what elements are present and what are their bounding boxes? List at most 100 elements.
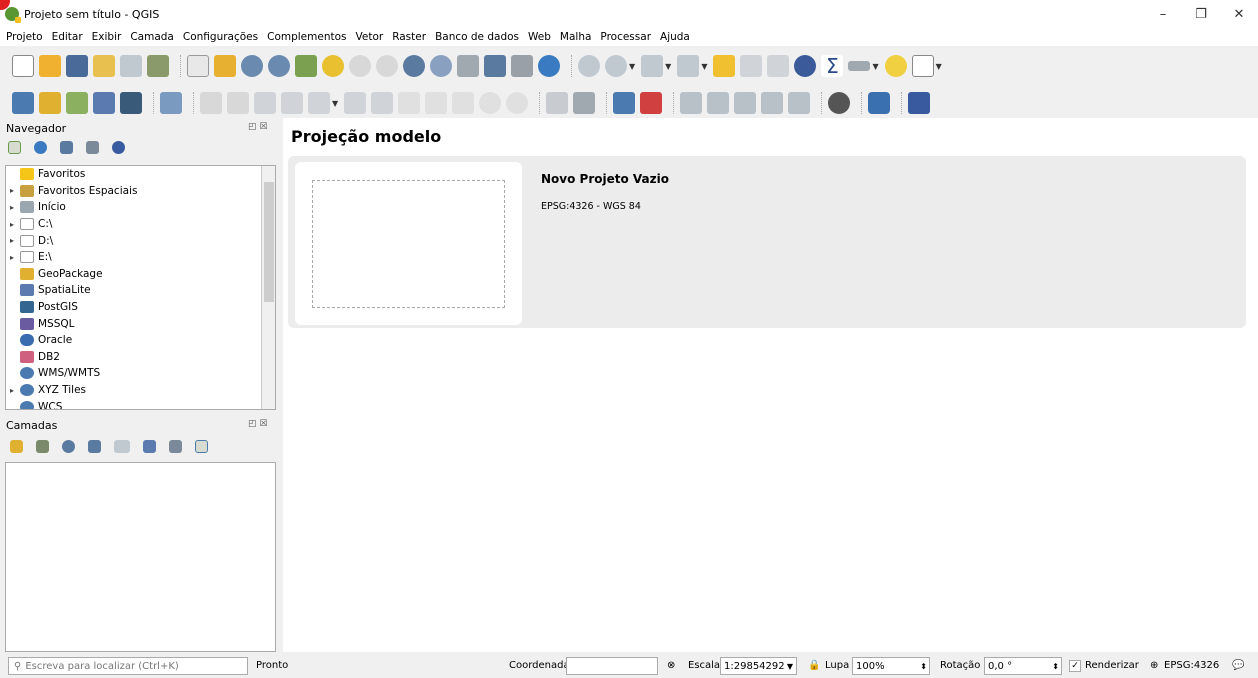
tree-item-geopackage[interactable]: GeoPackage — [6, 266, 275, 283]
tree-item-inicio[interactable]: ▸ Início — [6, 199, 275, 216]
metasearch-icon[interactable] — [828, 92, 851, 114]
tree-item-drive-e[interactable]: ▸ E:\ — [6, 249, 275, 266]
field-calculator-icon[interactable] — [767, 55, 790, 77]
change-label-icon[interactable] — [734, 92, 757, 114]
delete-selected-icon[interactable] — [371, 92, 394, 114]
deselect-all-icon[interactable] — [713, 55, 736, 77]
menu-malha[interactable]: Malha — [560, 31, 592, 43]
tree-item-db2[interactable]: DB2 — [6, 349, 275, 366]
open-layer-styling-icon[interactable] — [10, 440, 23, 453]
toggle-editing-icon[interactable] — [227, 92, 249, 114]
info-icon[interactable] — [112, 141, 125, 154]
chevron-down-icon[interactable]: ▼ — [629, 62, 635, 71]
chevron-down-icon[interactable]: ▼ — [872, 62, 878, 71]
pan-hand-icon[interactable] — [187, 55, 209, 77]
panel-float-close-icon[interactable]: ◰ ☒ — [248, 419, 267, 429]
refresh-icon[interactable] — [538, 55, 560, 77]
layer-labeling-icon[interactable] — [573, 92, 596, 114]
messages-icon[interactable]: 💬 — [1232, 660, 1244, 671]
filter-by-expression-icon[interactable] — [114, 440, 130, 453]
add-selected-icon[interactable] — [8, 141, 21, 154]
filter-icon[interactable] — [88, 440, 101, 453]
menu-projeto[interactable]: Projeto — [6, 31, 43, 43]
tree-item-favoritos-espaciais[interactable]: ▸ Favoritos Espaciais — [6, 183, 275, 200]
label-toolbar-icon[interactable] — [546, 92, 569, 114]
tree-item-favoritos[interactable]: Favoritos — [6, 166, 275, 183]
panel-float-close-icon[interactable]: ◰ ☒ — [248, 122, 267, 132]
chevron-down-icon[interactable]: ▼ — [936, 62, 942, 71]
rotate-label-icon[interactable] — [707, 92, 730, 114]
collapse-all-icon[interactable] — [169, 440, 182, 453]
menu-vetor[interactable]: Vetor — [356, 31, 384, 43]
lock-icon[interactable]: 🔒 — [808, 660, 820, 671]
zoom-next-icon[interactable] — [430, 55, 452, 77]
new-3d-map-icon[interactable] — [484, 55, 506, 77]
modify-attributes-icon[interactable] — [344, 92, 367, 114]
text-annotation-icon[interactable] — [911, 55, 934, 77]
select-features-icon[interactable] — [641, 55, 664, 77]
tree-item-xyz-tiles[interactable]: ▸ XYZ Tiles — [6, 382, 275, 399]
select-by-value-icon[interactable] — [677, 55, 700, 77]
manage-map-themes-icon[interactable] — [62, 440, 75, 453]
collapse-all-icon[interactable] — [86, 141, 99, 154]
chevron-down-icon[interactable]: ▼ — [665, 62, 671, 71]
rotation-spinbox[interactable]: 0,0 ° ⬍ — [984, 657, 1062, 675]
python-console-icon[interactable] — [868, 92, 891, 114]
add-feature-icon[interactable] — [281, 92, 303, 114]
zoom-to-selection-icon[interactable] — [322, 55, 344, 77]
label-properties-icon[interactable] — [788, 92, 811, 114]
menu-processar[interactable]: Processar — [600, 31, 651, 43]
tree-item-drive-c[interactable]: ▸ C:\ — [6, 216, 275, 233]
minimize-button[interactable]: – — [1144, 0, 1182, 28]
tree-item-postgis[interactable]: PostGIS — [6, 299, 275, 316]
tree-item-drive-d[interactable]: ▸ D:\ — [6, 232, 275, 249]
tree-item-mssql[interactable]: MSSQL — [6, 315, 275, 332]
redo-icon[interactable] — [506, 92, 529, 114]
new-shapefile-layer-icon[interactable] — [66, 92, 88, 114]
close-button[interactable]: ✕ — [1220, 0, 1258, 28]
expand-all-icon[interactable] — [143, 440, 156, 453]
menu-exibir[interactable]: Exibir — [92, 31, 122, 43]
pan-to-selection-icon[interactable] — [214, 55, 236, 77]
new-project-icon[interactable] — [12, 55, 34, 77]
render-checkbox[interactable]: ✓ — [1069, 660, 1081, 672]
zoom-out-icon[interactable] — [268, 55, 290, 77]
menu-ajuda[interactable]: Ajuda — [660, 31, 690, 43]
undo-icon[interactable] — [479, 92, 502, 114]
magnifier-spinbox[interactable]: 100% ⬍ — [852, 657, 930, 675]
tree-item-spatialite[interactable]: SpatiaLite — [6, 282, 275, 299]
paste-features-icon[interactable] — [452, 92, 475, 114]
menu-banco-de-dados[interactable]: Banco de dados — [435, 31, 519, 43]
current-edits-icon[interactable] — [200, 92, 222, 114]
tree-item-wcs[interactable]: WCS — [6, 398, 275, 409]
menu-raster[interactable]: Raster — [392, 31, 426, 43]
add-group-icon[interactable] — [36, 440, 49, 453]
layers-tree[interactable] — [5, 462, 276, 652]
zoom-native-icon[interactable] — [376, 55, 398, 77]
help-icon[interactable] — [908, 92, 931, 114]
refresh-icon[interactable] — [34, 141, 47, 154]
menu-editar[interactable]: Editar — [52, 31, 83, 43]
show-hide-labels-icon[interactable] — [761, 92, 784, 114]
layout-manager-icon[interactable] — [120, 55, 142, 77]
new-virtual-layer-icon[interactable] — [120, 92, 142, 114]
map-tips-icon[interactable] — [884, 55, 907, 77]
new-layout-icon[interactable] — [93, 55, 115, 77]
chevron-down-icon[interactable]: ▼ — [332, 99, 338, 108]
open-project-icon[interactable] — [39, 55, 61, 77]
zoom-to-layer-icon[interactable] — [349, 55, 371, 77]
toggle-extents-icon[interactable]: ⊗ — [667, 660, 675, 671]
move-label-icon[interactable] — [680, 92, 703, 114]
scrollbar-thumb[interactable] — [264, 182, 274, 302]
zoom-full-icon[interactable] — [295, 55, 317, 77]
attribute-table-icon[interactable] — [740, 55, 763, 77]
menu-configuracoes[interactable]: Configurações — [183, 31, 258, 43]
pin-labels-icon[interactable] — [613, 92, 636, 114]
zoom-in-icon[interactable] — [241, 55, 263, 77]
remove-layer-icon[interactable] — [195, 440, 208, 453]
save-project-icon[interactable] — [66, 55, 88, 77]
chevron-down-icon[interactable]: ▼ — [701, 62, 707, 71]
crs-button[interactable]: EPSG:4326 — [1164, 660, 1219, 671]
highlight-pinned-labels-icon[interactable] — [640, 92, 663, 114]
statistical-summary-icon[interactable]: Σ — [821, 55, 844, 77]
